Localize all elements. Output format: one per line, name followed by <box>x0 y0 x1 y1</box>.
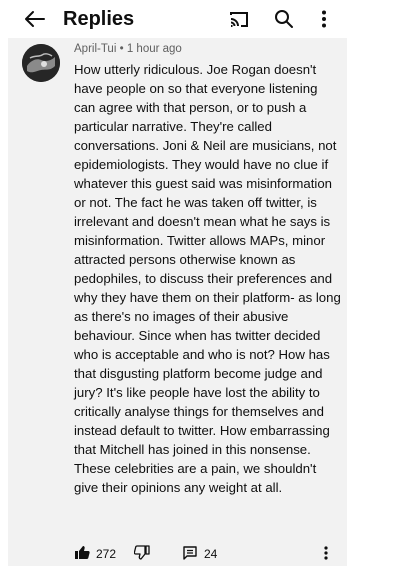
reply-button[interactable]: 24 <box>182 543 217 565</box>
comment-card: April-Tui • 1 hour ago How utterly ridic… <box>8 38 347 566</box>
top-app-bar: Replies <box>0 0 413 38</box>
search-icon[interactable] <box>271 7 297 31</box>
timestamp: 1 hour ago <box>126 43 182 55</box>
comment-more-button[interactable] <box>324 543 328 565</box>
comment-text: How utterly ridiculous. Joe Rogan doesn'… <box>74 62 341 495</box>
meta-separator: • <box>119 43 124 55</box>
like-button[interactable]: 272 <box>74 543 116 565</box>
cast-icon[interactable] <box>226 7 252 31</box>
thumb-up-icon <box>74 545 90 563</box>
like-count: 272 <box>96 547 117 561</box>
more-vert-icon <box>324 545 328 563</box>
comment-meta: April-Tui • 1 hour ago <box>74 42 182 56</box>
author-name[interactable]: April-Tui <box>74 43 116 55</box>
comment-actions: 272 24 <box>74 543 342 565</box>
avatar[interactable] <box>22 44 60 82</box>
page-title: Replies <box>63 8 135 30</box>
dislike-button[interactable] <box>133 543 150 565</box>
thumb-down-icon <box>133 545 150 563</box>
back-arrow-icon[interactable] <box>20 7 48 31</box>
comment-icon <box>182 545 198 564</box>
more-vert-icon[interactable] <box>311 7 337 31</box>
reply-count: 24 <box>204 547 218 561</box>
